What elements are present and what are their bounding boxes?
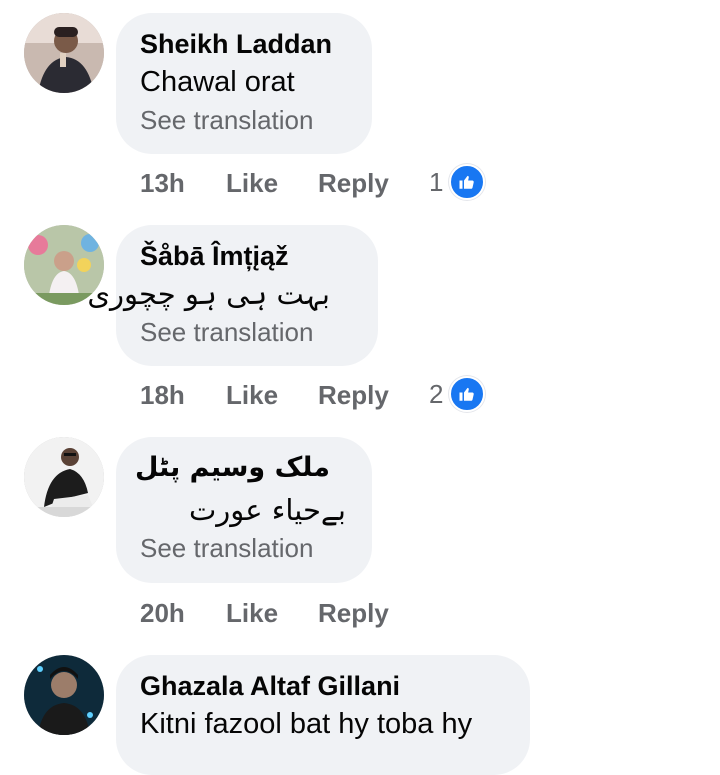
comment-bubble: Ghazala Altaf Gillani Kitni fazool bat h… <box>116 655 530 775</box>
see-translation-link[interactable]: See translation <box>140 103 348 137</box>
reaction-count[interactable]: 2 <box>429 374 486 414</box>
timestamp[interactable]: 18h <box>140 380 226 411</box>
comment-text: بےحیاء عورت <box>188 493 346 527</box>
avatar-photo-icon <box>24 13 104 93</box>
comment-bubble: Šåbā Îmțįąž بہت ہی ہو چچوری See translat… <box>87 225 378 366</box>
reply-button[interactable]: Reply <box>318 168 389 199</box>
avatar[interactable] <box>24 437 104 517</box>
like-button[interactable]: Like <box>226 380 278 411</box>
reply-button[interactable]: Reply <box>318 598 389 629</box>
comment-actions: 18h Like Reply <box>140 375 429 415</box>
timestamp[interactable]: 20h <box>140 598 226 629</box>
avatar[interactable] <box>24 13 104 93</box>
thumbs-up-icon <box>449 164 486 200</box>
comment-bubble: ملک وسیم پٹل بےحیاء عورت See translation <box>116 437 372 583</box>
comment-text: بہت ہی ہو چچوری <box>87 277 330 311</box>
comment-text: Chawal orat <box>140 66 295 98</box>
author-name[interactable]: Šåbā Îmțįąž <box>140 239 354 273</box>
thumbs-up-icon <box>449 376 486 412</box>
avatar[interactable] <box>24 655 104 735</box>
reply-button[interactable]: Reply <box>318 380 389 411</box>
comment-text: Kitni fazool bat hy toba hy <box>140 708 473 740</box>
reaction-count[interactable]: 1 <box>429 162 486 202</box>
like-count: 1 <box>429 166 444 197</box>
comment-bubble: Sheikh Laddan Chawal orat See translatio… <box>116 13 372 154</box>
like-count: 2 <box>429 378 444 409</box>
author-name[interactable]: Ghazala Altaf Gillani <box>140 669 506 703</box>
see-translation-link[interactable]: See translation <box>140 531 348 565</box>
author-name[interactable]: ملک وسیم پٹل <box>135 451 330 485</box>
see-translation-link[interactable]: See translation <box>140 315 354 349</box>
like-button[interactable]: Like <box>226 598 278 629</box>
comment-actions: 13h Like Reply <box>140 163 429 203</box>
author-name[interactable]: Sheikh Laddan <box>140 27 348 61</box>
avatar-photo-icon <box>24 437 104 517</box>
avatar-photo-icon <box>24 655 104 735</box>
comment-actions: 20h Like Reply <box>140 593 429 633</box>
timestamp[interactable]: 13h <box>140 168 226 199</box>
like-button[interactable]: Like <box>226 168 278 199</box>
